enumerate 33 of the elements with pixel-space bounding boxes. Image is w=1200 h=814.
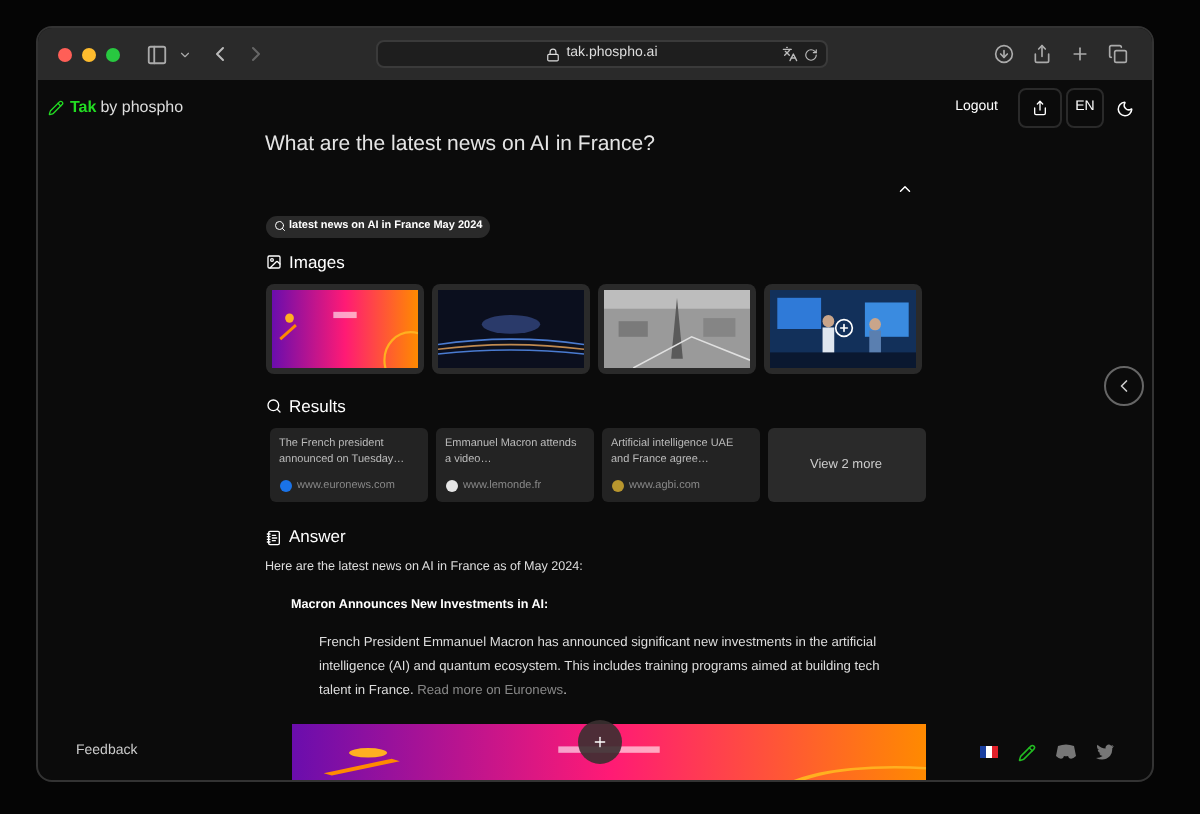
plus-icon <box>592 734 608 750</box>
chevron-down-icon[interactable] <box>178 47 192 61</box>
share-icon[interactable] <box>1032 44 1052 64</box>
notebook-icon <box>265 529 281 546</box>
search-icon <box>265 397 281 414</box>
chat-icon[interactable] <box>1056 744 1076 760</box>
reload-icon[interactable] <box>804 47 818 61</box>
image-icon <box>265 254 281 271</box>
search-icon <box>273 220 285 233</box>
side-panel-button[interactable] <box>1104 366 1144 406</box>
share-button[interactable] <box>1018 88 1062 128</box>
maximize-icon[interactable] <box>106 47 120 61</box>
new-tab-icon[interactable] <box>1070 44 1090 64</box>
bird-icon[interactable] <box>1096 744 1114 760</box>
section-title: Images <box>289 249 345 275</box>
section-title: Results <box>289 393 346 419</box>
download-icon[interactable] <box>994 44 1014 64</box>
pencil-icon[interactable] <box>1018 743 1036 761</box>
tabs-overview-icon[interactable] <box>1108 44 1128 64</box>
moon-icon <box>1115 99 1133 117</box>
lock-icon <box>546 47 561 61</box>
brand-name[interactable]: Tak <box>70 96 97 120</box>
flag-icon <box>980 746 998 758</box>
plus-icon[interactable] <box>833 317 853 337</box>
minimize-icon[interactable] <box>82 47 96 61</box>
sidebar-icon[interactable] <box>146 43 168 65</box>
question: What are the latest news on AI in France? <box>265 130 657 160</box>
brand-suffix: by phospho <box>100 96 184 120</box>
close-icon[interactable] <box>58 47 72 61</box>
translate-icon[interactable] <box>782 46 798 62</box>
section-title: Answer <box>289 524 346 550</box>
share-icon <box>1032 100 1048 116</box>
pencil-icon <box>48 100 64 116</box>
